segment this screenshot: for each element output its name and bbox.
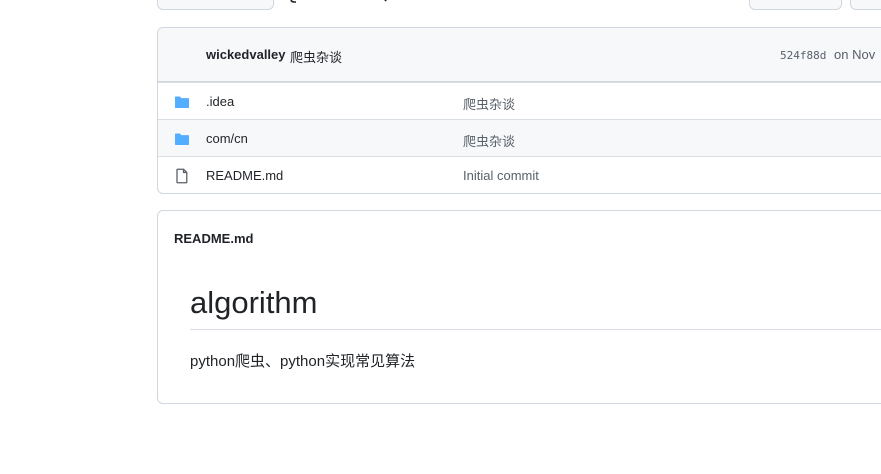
- file-row[interactable]: README.md Initial commit: [158, 156, 881, 193]
- repo-page: wickedvalley 爬虫杂谈 524f88d on Nov .idea 爬…: [0, 0, 881, 474]
- file-row[interactable]: com/cn 爬虫杂谈: [158, 119, 881, 156]
- latest-commit-bar: wickedvalley 爬虫杂谈 524f88d on Nov: [158, 28, 881, 82]
- file-icon: [176, 168, 188, 184]
- commit-date: on Nov: [834, 47, 876, 62]
- commit-sha-link[interactable]: 524f88d: [780, 49, 826, 62]
- code-button[interactable]: [850, 0, 881, 10]
- branch-icon: [290, 0, 296, 3]
- go-to-file-button[interactable]: [749, 0, 842, 10]
- branch-select-button[interactable]: [157, 0, 274, 10]
- commit-message-link[interactable]: 爬虫杂谈: [290, 47, 342, 66]
- readme-body-text: python爬虫、python实现常见算法: [190, 353, 416, 370]
- file-list-box: wickedvalley 爬虫杂谈 524f88d on Nov .idea 爬…: [157, 27, 881, 194]
- tag-icon: [384, 0, 387, 2]
- readme-filename[interactable]: README.md: [174, 231, 253, 246]
- folder-icon: [175, 133, 189, 145]
- file-commit-message-link[interactable]: Initial commit: [463, 168, 539, 183]
- readme-heading: algorithm: [190, 285, 318, 320]
- readme-box: README.md algorithm python爬虫、python实现常见算…: [157, 210, 881, 404]
- file-name-link[interactable]: .idea: [206, 94, 234, 109]
- file-commit-message-link[interactable]: 爬虫杂谈: [463, 131, 515, 150]
- commit-author-link[interactable]: wickedvalley: [206, 47, 286, 62]
- heading-divider: [190, 329, 881, 330]
- file-name-link[interactable]: com/cn: [206, 131, 248, 146]
- file-name-link[interactable]: README.md: [206, 168, 283, 183]
- folder-icon: [175, 96, 189, 108]
- file-commit-message-link[interactable]: 爬虫杂谈: [463, 94, 515, 113]
- file-row[interactable]: .idea 爬虫杂谈: [158, 82, 881, 119]
